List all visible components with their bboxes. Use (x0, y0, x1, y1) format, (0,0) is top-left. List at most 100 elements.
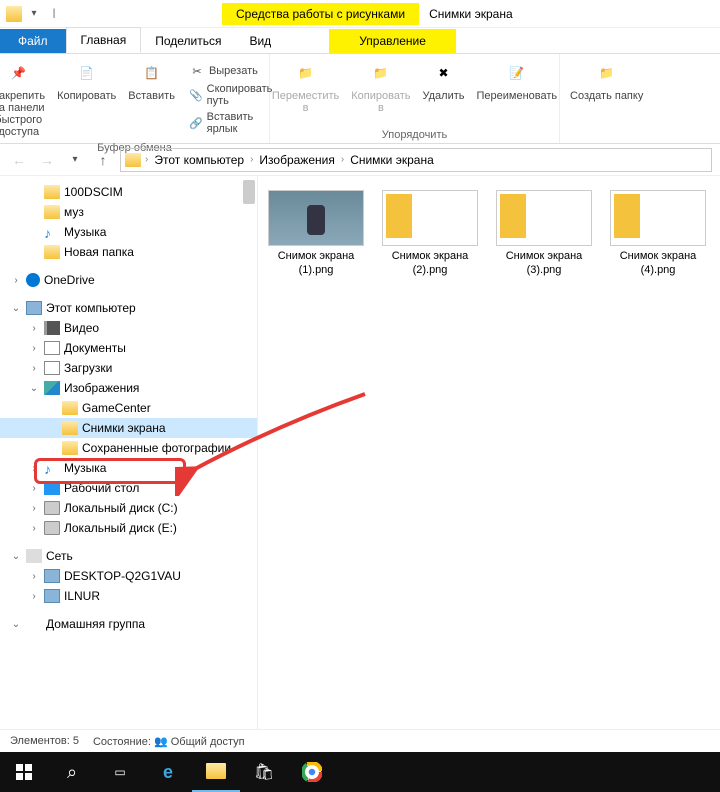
tree-item-muz[interactable]: муз (0, 202, 257, 222)
crumb-pictures[interactable]: Изображения (257, 153, 336, 167)
file-item[interactable]: Снимок экрана (1).png (268, 190, 364, 278)
tree-item-documents[interactable]: ›Документы (0, 338, 257, 358)
context-tab-label: Средства работы с рисунками (222, 3, 419, 25)
shortcut-icon: 🔗 (189, 115, 203, 131)
copy-button[interactable]: 📄 Копировать (53, 58, 120, 140)
file-item[interactable]: Снимок экрана (4).png (610, 190, 706, 278)
chevron-right-icon[interactable]: › (339, 154, 346, 165)
search-button[interactable]: ⌕ (48, 752, 96, 792)
edge-icon: e (163, 762, 173, 783)
folder-icon (125, 153, 141, 167)
crumb-screenshots[interactable]: Снимки экрана (348, 153, 436, 167)
taskbar: ⌕ ▭ e 🛍 (0, 752, 720, 792)
move-icon: 📁 (290, 60, 322, 88)
search-icon: ⌕ (67, 762, 77, 783)
folder-icon (206, 763, 226, 779)
content: 100DSCIM муз Музыка Новая папка ›OneDriv… (0, 176, 720, 729)
chevron-right-icon[interactable]: › (143, 154, 150, 165)
file-name: Снимок экрана (2).png (382, 250, 478, 278)
start-button[interactable] (0, 752, 48, 792)
chevron-right-icon[interactable]: › (248, 154, 255, 165)
window-title: Снимки экрана (419, 3, 523, 25)
tree-item-gamecenter[interactable]: GameCenter (0, 398, 257, 418)
copy-path-icon: 📎 (189, 87, 203, 103)
tree-item-onedrive[interactable]: ›OneDrive (0, 270, 257, 290)
explorer-button[interactable] (192, 752, 240, 792)
qat-dropdown-icon[interactable]: ▾ (26, 6, 42, 22)
file-name: Снимок экрана (1).png (268, 250, 364, 278)
file-list[interactable]: Снимок экрана (1).png Снимок экрана (2).… (258, 176, 720, 729)
rename-button[interactable]: 📝 Переименовать (473, 58, 562, 116)
crumb-pc[interactable]: Этот компьютер (152, 153, 246, 167)
tree-item-disk-c[interactable]: ›Локальный диск (C:) (0, 498, 257, 518)
file-name: Снимок экрана (3).png (496, 250, 592, 278)
nav-recent-button[interactable]: ▾ (64, 149, 86, 171)
store-icon: 🛍 (254, 762, 274, 782)
tree-item-100dscim[interactable]: 100DSCIM (0, 182, 257, 202)
tab-manage[interactable]: Управление (329, 29, 456, 53)
tree-item-disk-e[interactable]: ›Локальный диск (E:) (0, 518, 257, 538)
tree-item-network[interactable]: ⌄Сеть (0, 546, 257, 566)
chrome-icon (302, 762, 322, 782)
tree-item-music2[interactable]: ›Музыка (0, 458, 257, 478)
status-bar: Элементов: 5 Состояние: 👥 Общий доступ (0, 729, 720, 752)
tab-file[interactable]: Файл (0, 29, 66, 53)
copy-path-button[interactable]: 📎Скопировать путь (189, 82, 275, 108)
organize-group-label: Упорядочить (382, 127, 447, 141)
address-bar: ← → ▾ ↑ › Этот компьютер › Изображения ›… (0, 144, 720, 176)
tree-item-screenshots[interactable]: Снимки экрана (0, 418, 257, 438)
tree-item-music[interactable]: Музыка (0, 222, 257, 242)
scrollbar[interactable] (243, 180, 255, 204)
tab-home[interactable]: Главная (66, 27, 142, 53)
titlebar: ▾ | Средства работы с рисунками Снимки э… (0, 0, 720, 28)
cut-button[interactable]: ✂Вырезать (189, 62, 275, 80)
paste-icon: 📋 (136, 60, 168, 88)
nav-up-button[interactable]: ↑ (92, 149, 114, 171)
new-folder-button[interactable]: 📁 Создать папку (566, 58, 647, 104)
move-to-button[interactable]: 📁 Переместить в (268, 58, 343, 116)
tree-item-images[interactable]: ⌄Изображения (0, 378, 257, 398)
edge-button[interactable]: e (144, 752, 192, 792)
nav-back-button[interactable]: ← (8, 149, 30, 171)
rename-icon: 📝 (501, 60, 533, 88)
thumbnail (610, 190, 706, 246)
tree-item-homegroup[interactable]: ⌄Домашняя группа (0, 614, 257, 634)
cut-icon: ✂ (189, 63, 205, 79)
tree-item-newfolder[interactable]: Новая папка (0, 242, 257, 262)
ribbon: 📌 Закрепить на панели быстрого доступа 📄… (0, 54, 720, 144)
thumbnail (268, 190, 364, 246)
new-folder-icon: 📁 (591, 60, 623, 88)
windows-icon (16, 764, 32, 780)
tree-item-desktop-q[interactable]: ›DESKTOP-Q2G1VAU (0, 566, 257, 586)
paste-button[interactable]: 📋 Вставить (124, 58, 179, 140)
tree-item-video[interactable]: ›Видео (0, 318, 257, 338)
thumbnail (382, 190, 478, 246)
delete-button[interactable]: ✖ Удалить (419, 58, 469, 116)
file-name: Снимок экрана (4).png (610, 250, 706, 278)
pin-button[interactable]: 📌 Закрепить на панели быстрого доступа (0, 58, 49, 140)
tree-item-saved-photos[interactable]: Сохраненные фотографии (0, 438, 257, 458)
store-button[interactable]: 🛍 (240, 752, 288, 792)
tree-item-desktop[interactable]: ›Рабочий стол (0, 478, 257, 498)
copy-to-button[interactable]: 📁 Копировать в (347, 58, 414, 116)
tree-item-this-pc[interactable]: ⌄Этот компьютер (0, 298, 257, 318)
nav-tree[interactable]: 100DSCIM муз Музыка Новая папка ›OneDriv… (0, 176, 258, 729)
qat-folder-icon (6, 6, 22, 22)
taskview-icon: ▭ (114, 765, 125, 779)
status-state: Состояние: 👥 Общий доступ (93, 735, 245, 748)
task-view-button[interactable]: ▭ (96, 752, 144, 792)
nav-forward-button[interactable]: → (36, 149, 58, 171)
file-item[interactable]: Снимок экрана (3).png (496, 190, 592, 278)
breadcrumb[interactable]: › Этот компьютер › Изображения › Снимки … (120, 148, 712, 172)
tree-item-downloads[interactable]: ›Загрузки (0, 358, 257, 378)
copy-to-icon: 📁 (365, 60, 397, 88)
tab-share[interactable]: Поделиться (141, 29, 235, 53)
file-item[interactable]: Снимок экрана (2).png (382, 190, 478, 278)
tab-view[interactable]: Вид (235, 29, 285, 53)
chrome-button[interactable] (288, 752, 336, 792)
pin-icon: 📌 (3, 60, 35, 88)
tree-item-ilnur[interactable]: ›ILNUR (0, 586, 257, 606)
delete-icon: ✖ (428, 60, 460, 88)
paste-shortcut-button[interactable]: 🔗Вставить ярлык (189, 110, 275, 136)
status-item-count: Элементов: 5 (10, 735, 79, 747)
